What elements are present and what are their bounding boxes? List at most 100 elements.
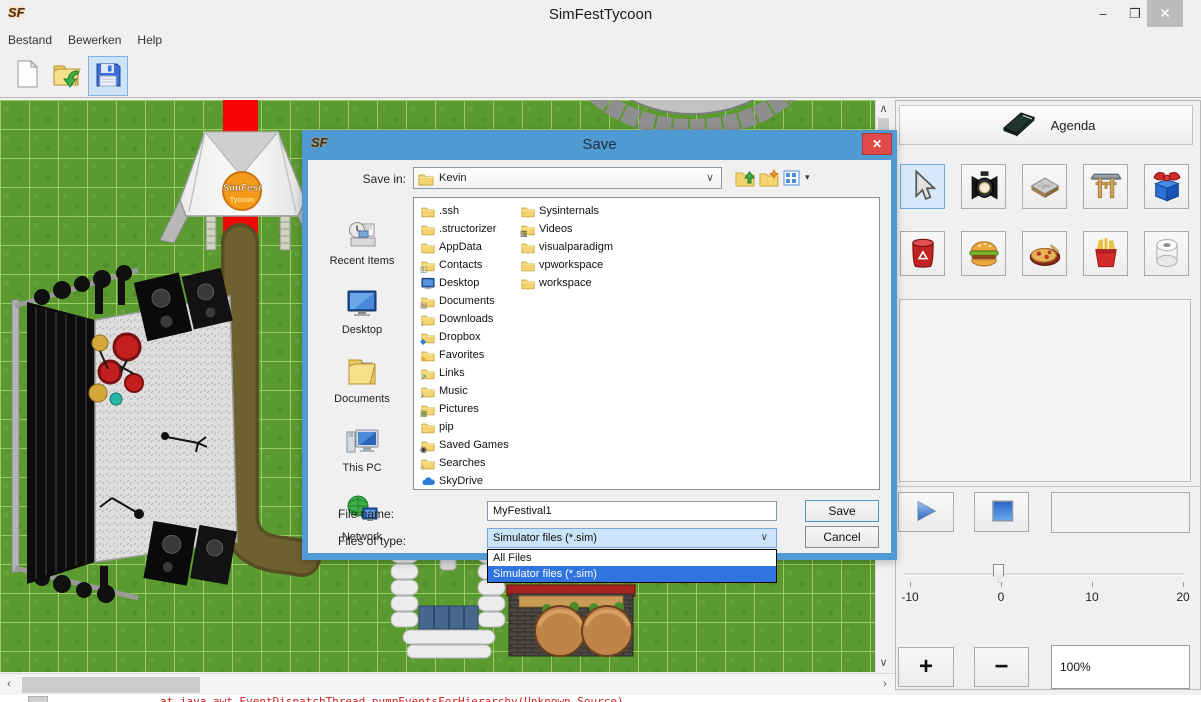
file-item[interactable]: ↓ Downloads — [421, 310, 509, 328]
file-item[interactable]: SkyDrive — [421, 472, 509, 490]
scroll-left-icon[interactable]: ‹ — [2, 678, 16, 690]
folder-icon: ▦ — [421, 403, 435, 416]
dialog-body: Save in: Kevin ∨ ▾ Recent ItemsDesktopDo… — [308, 160, 891, 553]
play-button[interactable] — [898, 492, 954, 532]
save-file-button[interactable] — [88, 56, 128, 96]
slider-tick — [1001, 582, 1002, 587]
place-recent-items[interactable]: Recent Items — [316, 200, 408, 269]
file-item[interactable]: ▦ Pictures — [421, 400, 509, 418]
slider-thumb[interactable] — [993, 564, 1004, 583]
main-stage — [12, 263, 237, 603]
stop-button[interactable] — [974, 492, 1029, 532]
place-this-pc[interactable]: This PC — [316, 407, 408, 476]
file-item-label: Videos — [539, 223, 572, 235]
speed-slider: -1001020 — [896, 556, 1194, 618]
file-item[interactable]: AppData — [421, 238, 509, 256]
folder-icon: ★ — [421, 349, 435, 362]
file-badge-icon: ○ — [420, 464, 425, 472]
menu-item-bewerken[interactable]: Bewerken — [60, 30, 129, 49]
file-item[interactable]: ▤Documents — [421, 292, 509, 310]
gift-icon — [1145, 168, 1188, 204]
agenda-button[interactable]: Agenda — [899, 105, 1193, 145]
place-label: Documents — [334, 393, 390, 405]
file-type-option[interactable]: Simulator files (*.sim) — [488, 566, 776, 582]
file-item[interactable]: ◉Saved Games — [421, 436, 509, 454]
file-item[interactable]: ▥Videos — [521, 220, 613, 238]
create-new-folder-button[interactable] — [759, 169, 779, 187]
dialog-title-bar[interactable]: SF Save ✕ — [302, 130, 897, 160]
file-item[interactable]: Desktop — [421, 274, 509, 292]
menu-item-bestand[interactable]: Bestand — [0, 30, 60, 49]
select-tool[interactable] — [900, 164, 945, 209]
burger-left — [535, 602, 585, 656]
cancel-button[interactable]: Cancel — [805, 526, 879, 548]
file-item[interactable]: ◆Dropbox — [421, 328, 509, 346]
file-badge-icon: ♪ — [420, 392, 424, 400]
file-list[interactable]: .ssh .structorizer AppData◫ContactsDesktop… — [413, 197, 880, 490]
file-item[interactable]: ○Searches — [421, 454, 509, 472]
place-label: Recent Items — [330, 255, 395, 267]
toilet-tool[interactable] — [1144, 231, 1189, 276]
place-documents[interactable]: Documents — [316, 338, 408, 407]
file-item[interactable]: Sysinternals — [521, 202, 613, 220]
file-item[interactable]: visualparadigm — [521, 238, 613, 256]
main-toolbar — [0, 50, 1201, 98]
file-item[interactable]: ◫Contacts — [421, 256, 509, 274]
file-item-label: Pictures — [439, 403, 479, 415]
file-item-label: .structorizer — [439, 223, 496, 235]
file-item-label: Links — [439, 367, 465, 379]
scroll-down-icon[interactable]: ∨ — [876, 656, 891, 669]
file-item-label: Downloads — [439, 313, 493, 325]
floor-tile-icon — [1023, 168, 1066, 204]
open-file-button[interactable] — [48, 56, 86, 94]
trash-bin-tool[interactable] — [900, 231, 945, 276]
view-menu-button[interactable] — [783, 169, 803, 187]
file-item[interactable]: vpworkspace — [521, 256, 613, 274]
save-in-combobox[interactable]: Kevin ∨ — [413, 167, 722, 189]
folder-icon: ↓ — [421, 313, 435, 326]
file-item[interactable]: pip — [421, 418, 509, 436]
monitor-icon — [421, 277, 435, 290]
minimize-button[interactable]: – — [1088, 0, 1118, 27]
slider-track[interactable] — [904, 573, 1184, 576]
spotlight-tool[interactable] — [961, 164, 1006, 209]
file-item[interactable]: ↗Links — [421, 364, 509, 382]
slider-tick-label: -10 — [895, 590, 925, 604]
save-button[interactable]: Save — [805, 500, 879, 522]
file-item[interactable]: ♪Music — [421, 382, 509, 400]
tent-leg-right — [280, 216, 290, 250]
zoom-level-field[interactable]: 100% — [1051, 645, 1190, 689]
fries-stand-tool[interactable] — [1083, 231, 1128, 276]
file-item[interactable]: ★Favorites — [421, 346, 509, 364]
maximize-button[interactable]: ❐ — [1120, 0, 1150, 27]
status-box — [1051, 492, 1190, 533]
floor-tile-tool[interactable] — [1022, 164, 1067, 209]
horizontal-scroll-thumb[interactable] — [22, 677, 200, 693]
right-panel: Agenda -1001020 + − 100% — [895, 100, 1201, 690]
scroll-up-icon[interactable]: ∧ — [876, 102, 891, 115]
burger-stand-tool[interactable] — [961, 231, 1006, 276]
menu-item-help[interactable]: Help — [129, 30, 170, 49]
zoom-in-button[interactable]: + — [898, 647, 954, 687]
file-name-input[interactable]: MyFestival1 — [487, 501, 777, 521]
up-one-level-button[interactable] — [735, 169, 755, 187]
gift-tool[interactable] — [1144, 164, 1189, 209]
file-type-option[interactable]: All Files — [488, 550, 776, 566]
chevron-down-icon: ∨ — [761, 532, 768, 543]
place-desktop[interactable]: Desktop — [316, 269, 408, 338]
close-button[interactable]: ✕ — [1147, 0, 1183, 27]
pizza-stand-tool[interactable] — [1022, 231, 1067, 276]
scroll-right-icon[interactable]: › — [878, 678, 892, 690]
canvas-horizontal-scrollbar[interactable]: ‹ › — [0, 673, 895, 696]
chevron-down-icon[interactable]: ▾ — [805, 172, 810, 183]
documents-place-icon — [344, 355, 380, 392]
dialog-close-button[interactable]: ✕ — [862, 133, 892, 155]
new-file-button[interactable] — [8, 56, 46, 94]
file-item[interactable]: workspace — [521, 274, 613, 292]
files-of-type-label: Files of type: — [338, 534, 458, 548]
file-item[interactable]: .structorizer — [421, 220, 509, 238]
file-item[interactable]: .ssh — [421, 202, 509, 220]
zoom-out-button[interactable]: − — [974, 647, 1029, 687]
files-of-type-combobox[interactable]: Simulator files (*.sim) ∨ — [487, 528, 777, 548]
gate-tool[interactable] — [1083, 164, 1128, 209]
